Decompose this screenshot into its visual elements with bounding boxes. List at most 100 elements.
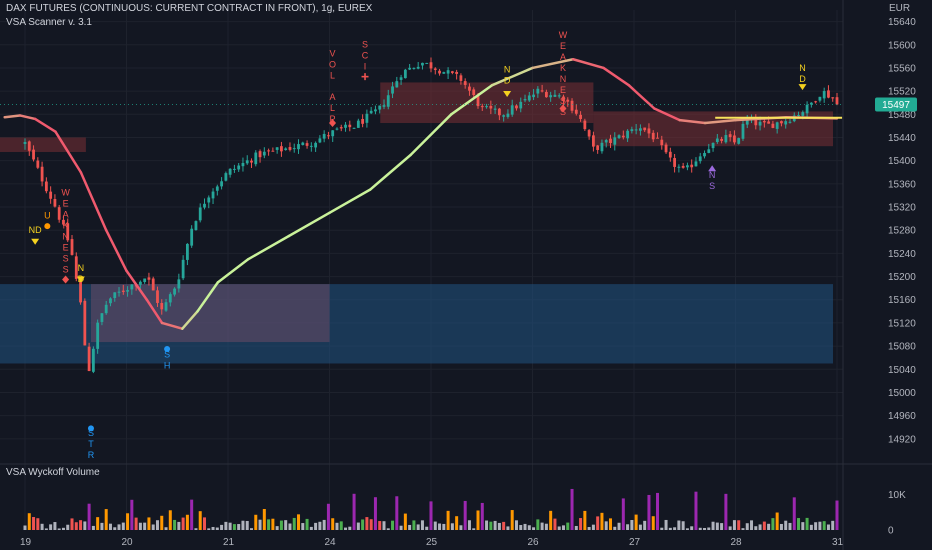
volume-bar: [694, 491, 698, 530]
candle-body: [339, 127, 343, 129]
candle-body: [639, 128, 642, 131]
candle-body: [356, 120, 360, 128]
price-chart[interactable]: NDUWEAKNESSNDSTRSHVOLALPSCINDWEAKNESSNSN…: [0, 0, 932, 550]
candle-body: [403, 69, 407, 79]
marker-label: S: [709, 181, 715, 191]
candle-body: [741, 123, 745, 139]
time-tick-label: 19: [20, 537, 32, 548]
volume-bar: [561, 525, 565, 530]
candle-body: [237, 165, 241, 170]
candle-body: [23, 142, 27, 144]
volume-bar: [87, 503, 91, 530]
volume-bar: [228, 522, 232, 530]
candle-body: [429, 62, 433, 69]
candle-body: [207, 197, 211, 203]
candle-body: [438, 70, 441, 74]
candle-body: [596, 145, 600, 150]
time-tick-label: 20: [122, 537, 134, 548]
volume-pane-title[interactable]: VSA Wyckoff Volume: [6, 467, 100, 478]
marker-label: S: [560, 96, 566, 106]
candle-body: [634, 129, 638, 131]
candle: [91, 346, 95, 374]
volume-bar: [279, 520, 283, 530]
candle-body: [335, 128, 339, 130]
volume-bar: [96, 517, 100, 530]
candle-body: [681, 165, 685, 168]
volume-bar: [459, 525, 463, 530]
volume-bar: [160, 515, 164, 530]
volume-bar: [685, 528, 689, 530]
volume-bar: [36, 518, 40, 530]
candle-body: [369, 110, 373, 114]
chart-title: DAX FUTURES (CONTINUOUS: CURRENT CONTRAC…: [6, 3, 373, 14]
candle-body: [27, 141, 31, 151]
candle-body: [715, 138, 719, 143]
marker-u: U: [44, 211, 51, 230]
volume-bar: [767, 523, 771, 530]
volume-bar: [241, 520, 245, 530]
indicator-title[interactable]: VSA Scanner v. 3.1: [6, 17, 92, 28]
marker-label: E: [63, 198, 69, 208]
volume-bar: [79, 520, 83, 530]
volume-bar: [262, 509, 266, 530]
volume-bar: [288, 523, 292, 530]
volume-bar: [155, 520, 159, 530]
candle-body: [788, 121, 792, 123]
candle-body: [301, 142, 305, 146]
volume-bar: [433, 521, 437, 530]
price-tick-label: 15280: [888, 226, 916, 237]
marker-label: T: [88, 439, 94, 449]
candle-body: [391, 86, 394, 94]
candle-body: [425, 62, 429, 64]
volume-bar: [660, 527, 664, 530]
candle-body: [57, 207, 61, 220]
volume-bar: [151, 524, 155, 530]
volume-bar: [463, 500, 467, 530]
volume-bar: [386, 528, 390, 530]
volume-bar: [57, 528, 61, 530]
volume-bar: [446, 510, 450, 530]
volume-bar: [113, 527, 117, 530]
volume-bar: [613, 526, 617, 530]
marker-label: K: [63, 220, 69, 230]
volume-bar: [668, 527, 672, 530]
marker-label: N: [504, 65, 511, 75]
marker-label: A: [63, 209, 69, 219]
candle-body: [211, 191, 215, 199]
candle-body: [361, 118, 365, 124]
candle-body: [690, 164, 694, 168]
candle-body: [549, 95, 553, 98]
price-tick-label: 15320: [888, 203, 916, 214]
volume-bar: [472, 528, 476, 530]
candle: [254, 150, 258, 167]
volume-bar: [630, 520, 634, 530]
volume-bar: [617, 522, 621, 530]
volume-bar: [656, 492, 660, 530]
marker-label: W: [61, 187, 70, 197]
candle-body: [156, 290, 159, 303]
candle-body: [258, 151, 262, 158]
volume-bar: [220, 524, 224, 530]
volume-bar: [519, 525, 523, 530]
volume-bar: [638, 524, 642, 530]
candle-body: [408, 67, 412, 70]
candle-body: [186, 243, 189, 260]
candle: [425, 62, 429, 64]
candle-body: [203, 203, 206, 208]
candle-body: [160, 302, 164, 310]
volume-bar: [190, 499, 194, 530]
volume-bar: [23, 525, 27, 530]
candle-body: [117, 291, 121, 293]
volume-bar: [673, 527, 677, 530]
volume-bar: [284, 520, 288, 530]
candle-body: [288, 147, 292, 150]
candle-body: [775, 122, 779, 129]
candle-body: [489, 105, 493, 109]
candle-body: [305, 143, 309, 146]
volume-bar: [523, 523, 527, 530]
volume-bar: [322, 519, 326, 530]
price-tick-label: 15200: [888, 272, 916, 283]
marker-label: D: [799, 74, 806, 84]
marker-label: K: [560, 63, 566, 73]
candle-body: [643, 127, 647, 131]
